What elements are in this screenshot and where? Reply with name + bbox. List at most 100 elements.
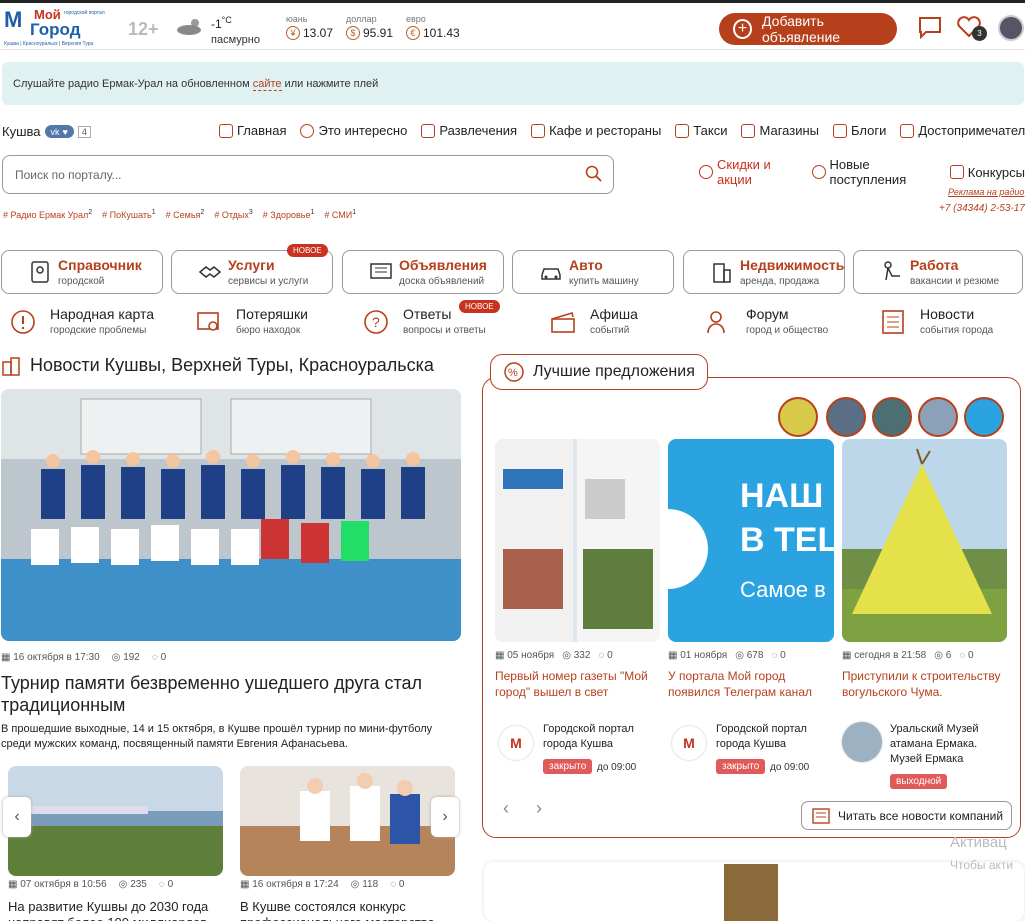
tag-item[interactable]: # Радио Ермак Урал2 <box>3 209 92 220</box>
read-all-company-news-button[interactable]: Читать все новости компаний <box>801 801 1012 830</box>
newspaper-icon <box>882 310 904 334</box>
logo-gorod: Город <box>30 20 81 39</box>
tag-item[interactable]: # СМИ1 <box>324 209 356 220</box>
search-input[interactable]: Поиск по порталу... <box>2 155 614 194</box>
category-directory[interactable]: Справочник городской <box>1 250 163 294</box>
board-icon <box>370 263 392 279</box>
main-news-lead: В прошедшие выходные, 14 и 15 октября, в… <box>1 723 433 750</box>
nav-contests[interactable]: Конкурсы <box>949 157 1025 187</box>
nav-sights[interactable]: Достопримечательности <box>900 123 1025 138</box>
os-watermark-sub: Чтобы акти <box>950 858 1014 872</box>
subcat-people-map[interactable]: Народная карта городские проблемы <box>10 306 154 336</box>
story-thumb[interactable] <box>872 397 912 437</box>
story-thumb[interactable] <box>826 397 866 437</box>
small-news-title-1[interactable]: На развитие Кушвы до 2030 года направят … <box>8 899 223 921</box>
company-name-3[interactable]: Уральский Музей атамана Ермака. Музей Ер… <box>890 722 1000 767</box>
views-icon: ◎ 192 <box>111 652 140 663</box>
subcat-events[interactable]: Афиша событий <box>550 306 638 336</box>
status-badge: выходной <box>890 774 948 789</box>
tag-item[interactable]: # Отдых3 <box>214 209 252 220</box>
subcat-lost-found[interactable]: Потеряшки бюро находок <box>196 306 308 336</box>
question-icon: ? <box>364 310 388 334</box>
forum-user-icon <box>707 311 725 334</box>
offer-title-1[interactable]: Первый номер газеты "Мой город" вышел в … <box>495 668 660 700</box>
currency-dollar: доллар $95.91 <box>346 14 394 40</box>
small-news-photo-1[interactable] <box>8 766 223 876</box>
social-links[interactable]: vk ♥ <box>44 125 74 138</box>
offer-card-photo-3[interactable] <box>842 439 1007 642</box>
city-selector[interactable]: Кушва vk ♥ 4 <box>2 124 91 139</box>
category-listings[interactable]: Объявления доска объявлений <box>342 250 504 294</box>
views-icon: ◎ 332 <box>562 650 591 661</box>
tag-item[interactable]: # ПоКушать1 <box>102 209 155 220</box>
small-news-meta-2: ▦ 16 октября в 17:24 ◎ 118 ◌ 0 <box>240 879 404 890</box>
story-thumb[interactable] <box>918 397 958 437</box>
comments-icon: ◌ 0 <box>771 650 786 661</box>
add-listing-button[interactable]: + Добавить объявление <box>719 13 897 45</box>
map-pin-icon <box>31 261 49 283</box>
views-icon: ◎ 6 <box>934 650 952 661</box>
ad-image[interactable] <box>724 864 778 921</box>
nav-taxi[interactable]: Такси <box>675 123 727 138</box>
handshake-icon <box>198 266 222 278</box>
search-icon[interactable] <box>585 165 603 183</box>
company-logo[interactable]: М <box>672 726 706 760</box>
svg-text:?: ? <box>372 314 380 330</box>
phone-number[interactable]: +7 (34344) 2-53-17 <box>939 203 1025 214</box>
category-auto[interactable]: Авто купить машину <box>512 250 674 294</box>
offer-title-3[interactable]: Приступили к строительству вогульского Ч… <box>842 668 1007 700</box>
nav-discounts[interactable]: Скидки и акции <box>699 157 800 187</box>
new-badge: НОВОЕ <box>287 244 328 257</box>
nav-entertainment[interactable]: Развлечения <box>421 123 517 138</box>
offer-meta-1: ▦ 05 ноября ◎ 332 ◌ 0 <box>495 650 613 661</box>
nav-home[interactable]: Главная <box>219 123 286 138</box>
avatar[interactable] <box>998 15 1024 41</box>
nav-shops[interactable]: Магазины <box>741 123 819 138</box>
category-jobs[interactable]: Работа вакансии и резюме <box>853 250 1023 294</box>
company-name-2[interactable]: Городской портал города Кушва <box>716 722 836 752</box>
smile-icon <box>300 123 315 138</box>
euro-icon: € <box>406 26 420 40</box>
news-next-button[interactable]: › <box>431 797 459 837</box>
gift-icon <box>949 165 964 179</box>
company-logo[interactable]: М <box>499 726 533 760</box>
tag-item[interactable]: # Семья2 <box>166 209 205 220</box>
chat-icon[interactable] <box>917 15 943 39</box>
offer-title-2[interactable]: У портала Мой город появился Телеграм ка… <box>668 668 833 700</box>
nav-interesting[interactable]: Это интересно <box>300 123 407 138</box>
story-thumb[interactable] <box>778 397 818 437</box>
category-realty[interactable]: Недвижимость аренда, продажа <box>683 250 845 294</box>
os-watermark: Активац <box>950 834 1007 851</box>
main-news-photo[interactable] <box>1 389 461 641</box>
logo-m-letter: М <box>4 7 23 32</box>
site-logo[interactable]: М Мой Город городской портал Кушва | Кра… <box>4 7 112 49</box>
views-icon: ◎ 678 <box>735 650 764 661</box>
calendar-icon: ▦ сегодня в 21:58 <box>842 650 927 661</box>
subcat-forum[interactable]: Форум город и общество <box>706 306 828 336</box>
worker-icon <box>884 261 900 281</box>
views-icon: ◎ 235 <box>118 879 147 890</box>
nav-blogs[interactable]: Блоги <box>832 123 886 138</box>
nav-new-arrivals[interactable]: Новые поступления <box>811 157 938 187</box>
currency-euro: евро €101.43 <box>406 14 460 40</box>
news-prev-button[interactable]: ‹ <box>3 797 31 837</box>
calendar-icon: ▦ 16 октября в 17:30 <box>1 652 100 663</box>
radio-site-link[interactable]: сайте <box>252 78 282 91</box>
radio-ads-link[interactable]: Реклама на радио <box>948 187 1024 197</box>
nav-cafes[interactable]: Кафе и рестораны <box>531 123 661 138</box>
subcat-news[interactable]: Новости события города <box>880 306 993 336</box>
comments-icon: ◌ 0 <box>598 650 613 661</box>
offer-card-photo-2[interactable]: НАШ В TEL Самое в <box>668 439 834 642</box>
small-news-title-2[interactable]: В Кушве состоялся конкурс профессиональн… <box>240 899 455 921</box>
company-name-1[interactable]: Городской портал города Кушва <box>543 722 663 752</box>
chevron-left-icon[interactable]: ‹ <box>503 798 509 819</box>
small-news-photo-2[interactable] <box>240 766 455 876</box>
like-heart-icon: ♥ <box>62 126 68 137</box>
story-thumb[interactable] <box>964 397 1004 437</box>
chevron-right-icon[interactable]: › <box>536 798 542 819</box>
main-news-title[interactable]: Турнир памяти безвременно ушедшего друга… <box>1 672 461 716</box>
yuan-icon: ¥ <box>286 26 300 40</box>
company-logo[interactable] <box>842 722 882 762</box>
tag-item[interactable]: # Здоровье1 <box>263 209 315 220</box>
offer-card-photo-1[interactable] <box>495 439 660 642</box>
